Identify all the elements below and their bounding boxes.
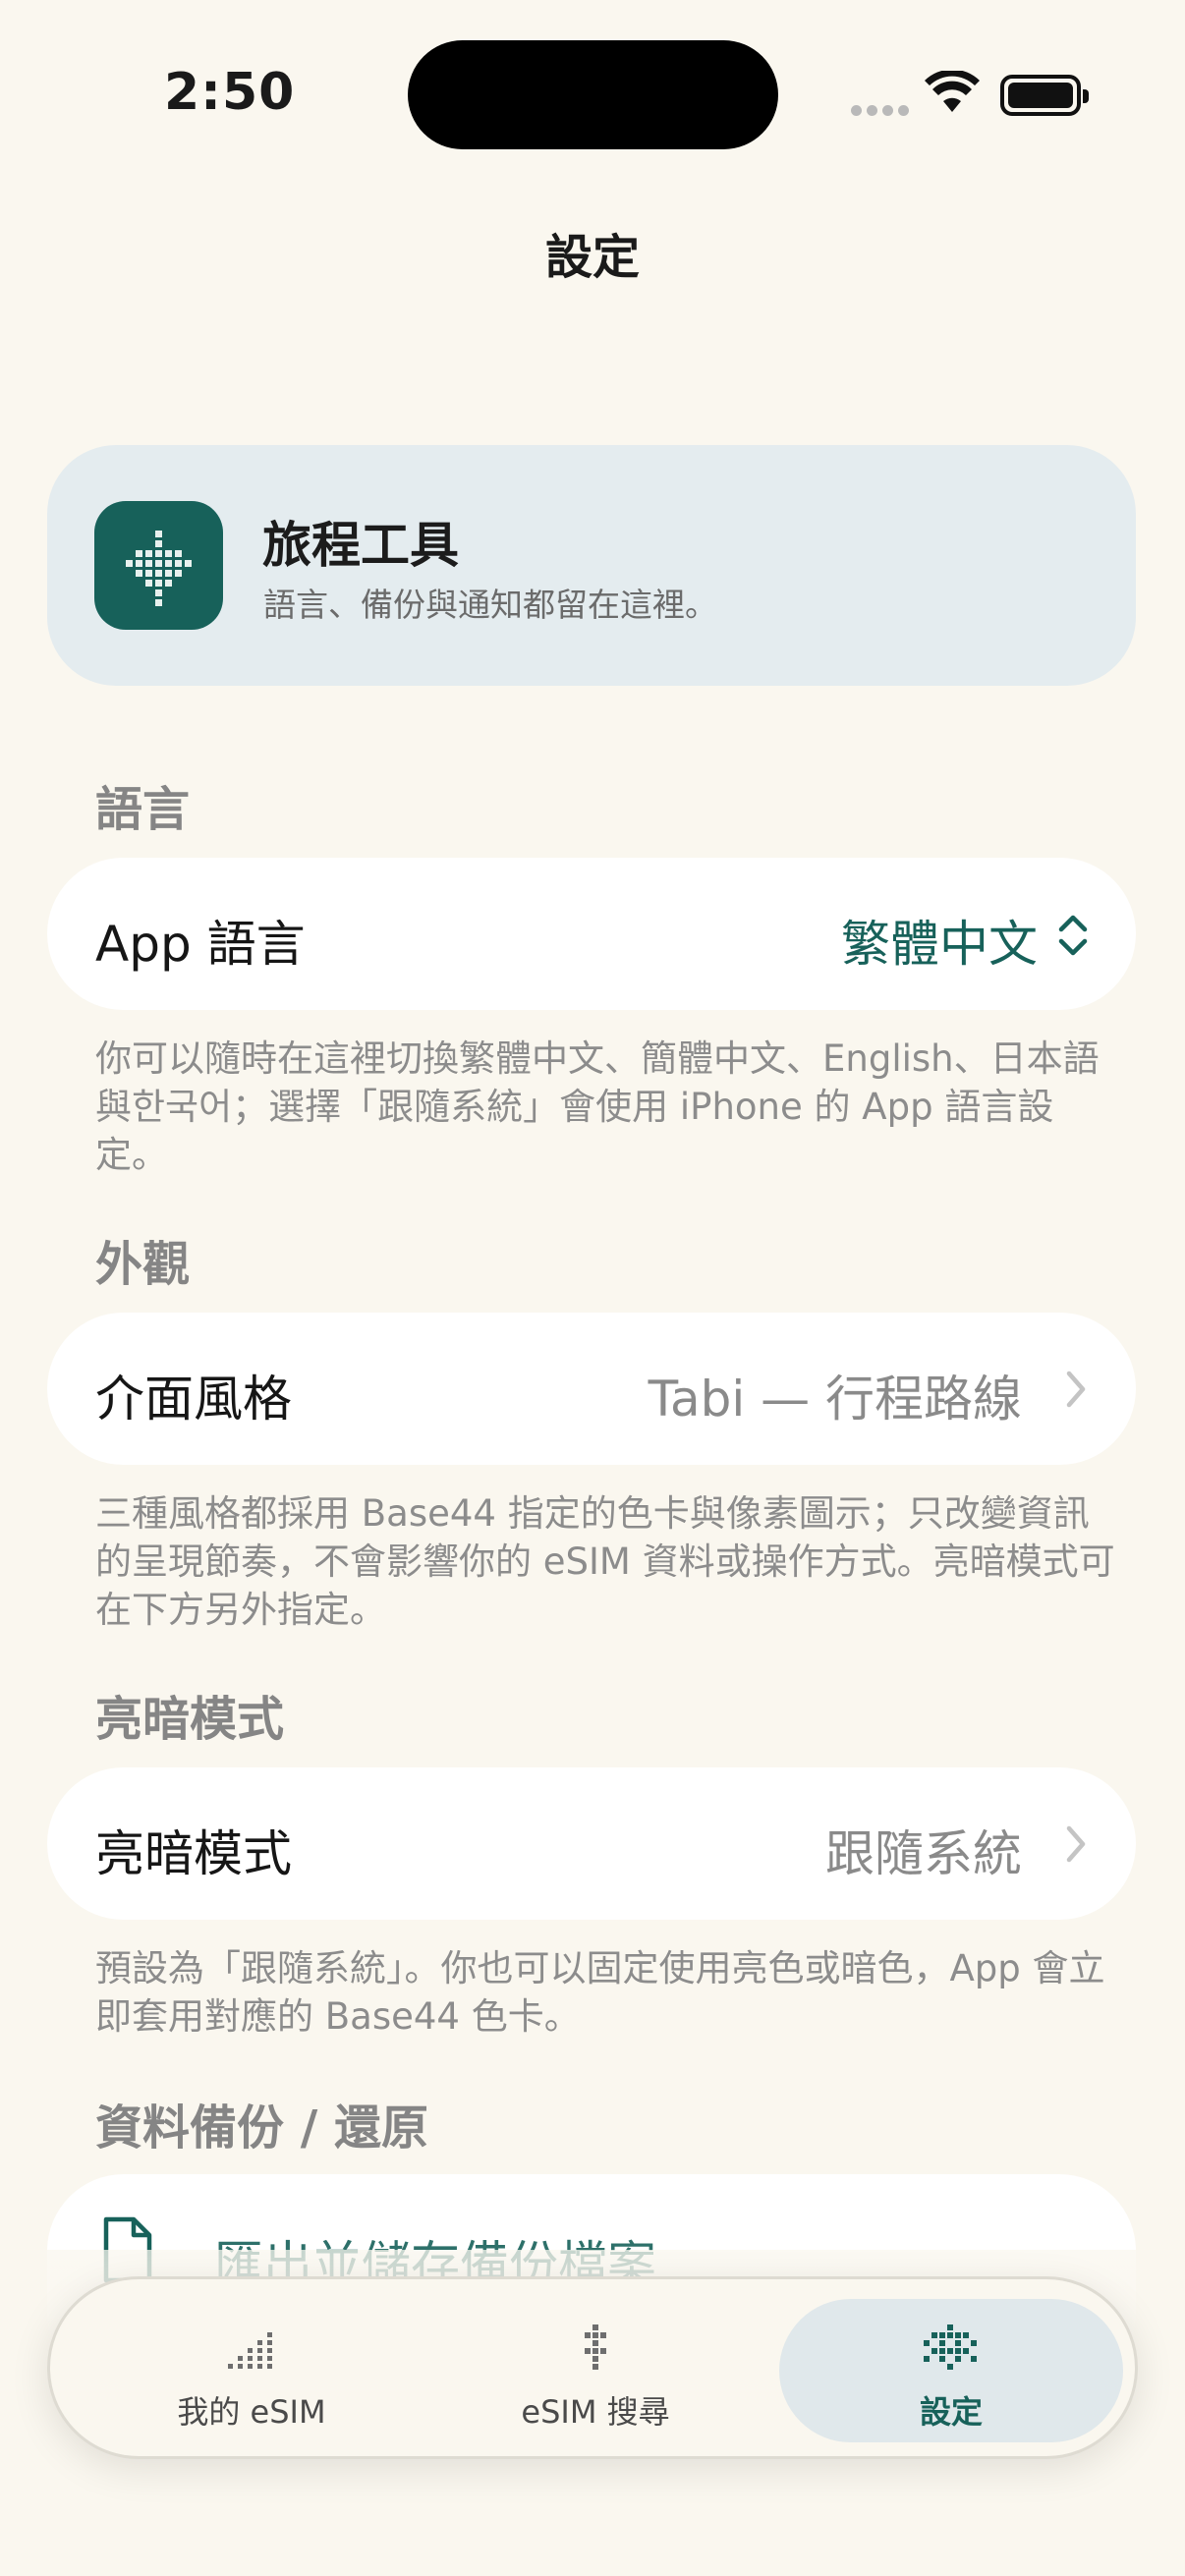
- row-label: 介面風格: [95, 1371, 292, 1428]
- appearance-footnote: 三種風格都採用 Base44 指定的色卡與像素圖示；只改變資訊的呈現節奏，不會影…: [95, 1492, 1115, 1631]
- chevron-right-icon: [1066, 1825, 1086, 1863]
- language-picker-value[interactable]: 繁體中文: [841, 905, 1038, 976]
- tab-label: 設定: [919, 2393, 983, 2431]
- hero-card: 旅程工具 語言、備份與通知都留在這裡。: [47, 445, 1136, 686]
- pixel-search-icon: [585, 2324, 606, 2370]
- wifi-icon: [925, 71, 980, 112]
- tab-my-esim[interactable]: 我的 eSIM: [80, 2299, 423, 2442]
- section-header-appearance: 外觀: [95, 1237, 191, 1292]
- hero-subtitle: 語言、備份與通知都留在這裡。: [263, 586, 717, 624]
- mode-footnote: 預設為「跟隨系統」。你也可以固定使用亮色或暗色，App 會立即套用對應的 Bas…: [95, 1947, 1105, 2038]
- status-time: 2:50: [164, 63, 296, 122]
- tab-esim-search[interactable]: eSIM 搜尋: [423, 2299, 767, 2442]
- dynamic-island: [408, 40, 778, 149]
- row-label: 亮暗模式: [95, 1825, 292, 1882]
- tab-label: eSIM 搜尋: [521, 2393, 670, 2431]
- app-language-row[interactable]: App 語言 繁體中文: [47, 858, 1136, 1010]
- appearance-mode-value: 跟隨系統: [825, 1825, 1022, 1882]
- pixel-gear-icon: [924, 2324, 977, 2370]
- page-title: 設定: [544, 230, 640, 285]
- tab-label: 我的 eSIM: [177, 2393, 326, 2431]
- appearance-mode-row[interactable]: 亮暗模式 跟隨系統: [47, 1767, 1136, 1920]
- chevron-up-down-icon: [1058, 915, 1088, 956]
- row-label: App 語言: [95, 916, 306, 973]
- chevron-right-icon: [1066, 1371, 1086, 1408]
- hero-title: 旅程工具: [262, 517, 459, 574]
- interface-style-value: Tabi — 行程路線: [648, 1371, 1022, 1428]
- section-header-language: 語言: [95, 782, 191, 837]
- tab-bar: 我的 eSIM eSIM 搜尋 設定: [47, 2276, 1138, 2459]
- pixel-logo-icon: [94, 501, 223, 630]
- signal-bars-icon: [228, 2332, 272, 2369]
- section-header-mode: 亮暗模式: [95, 1692, 285, 1747]
- section-header-backup: 資料備份 / 還原: [95, 2100, 428, 2156]
- settings-screen: 2:50 設定 旅程工具 語言、備份與通知都留在這裡。 語言 App 語言 繁體…: [0, 0, 1185, 2576]
- tab-settings[interactable]: 設定: [779, 2299, 1123, 2442]
- language-footnote: 你可以隨時在這裡切換繁體中文、簡體中文、English、日本語與한국어；選擇「跟…: [95, 1037, 1100, 1176]
- interface-style-row[interactable]: 介面風格 Tabi — 行程路線: [47, 1313, 1136, 1465]
- battery-icon: [1000, 75, 1089, 116]
